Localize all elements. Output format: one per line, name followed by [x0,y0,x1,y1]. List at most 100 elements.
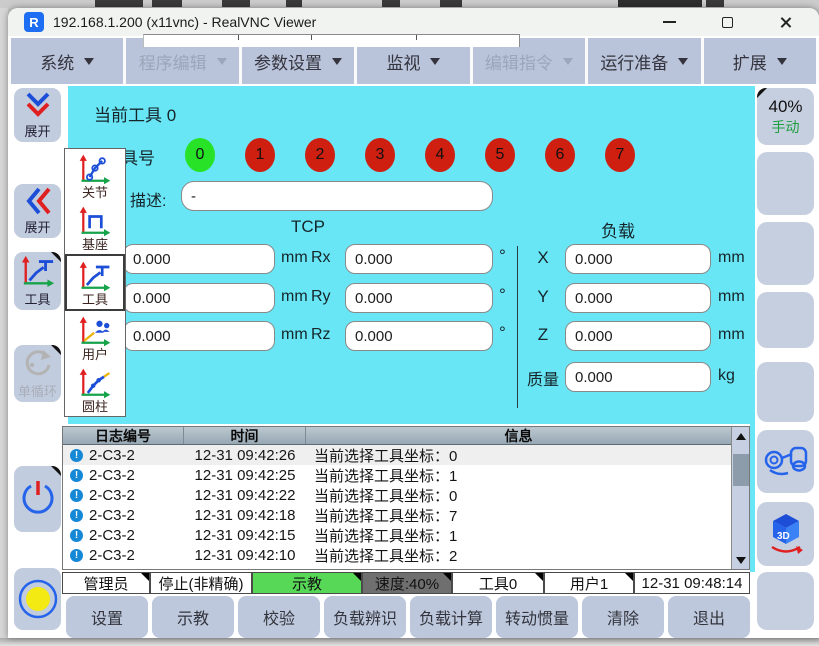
log-id: 2-C3-2 [89,507,135,524]
load-mass-label: 质量 [523,366,563,390]
tool-frame-label: 工具 [24,289,50,308]
coord-label: 关节 [82,186,108,199]
log-row[interactable]: !2-C3-2 12-31 09:42:25 当前选择工具坐标：1 [63,465,749,485]
status-user-frame[interactable]: 用户1 [544,572,634,594]
desktop-fragment [95,0,143,7]
log-message: 当前选择工具坐标：2 [306,545,749,566]
log-row[interactable]: !2-C3-2 12-31 09:42:26 当前选择工具坐标：0 [63,445,749,465]
coord-item-base[interactable]: 基座 [65,202,125,255]
tcp-ry-input[interactable] [345,283,493,313]
tcp-y-input[interactable] [123,283,275,313]
status-user[interactable]: 管理员 [62,572,150,594]
settings-button[interactable]: 设置 [66,596,148,638]
corner-marker [625,573,633,581]
log-scrollbar[interactable] [731,427,749,569]
single-cycle-button[interactable]: 单循环 [14,345,61,402]
tool-circle-3[interactable]: 3 [365,138,395,172]
view-3d-button[interactable]: 3D [757,502,814,566]
power-button[interactable] [14,466,61,532]
close-button[interactable] [777,14,793,30]
coord-item-cylinder[interactable]: 圆柱 [65,363,125,416]
tool-circle-5[interactable]: 5 [485,138,515,172]
load-z-input[interactable] [565,321,711,351]
right-rail-button-empty-4[interactable] [757,362,814,422]
right-rail-button-empty-3[interactable] [757,292,814,348]
log-message: 当前选择工具坐标：0 [306,485,749,506]
teach-button[interactable]: 示教 [152,596,234,638]
description-input[interactable] [181,181,493,211]
tool-circle-2[interactable]: 2 [305,138,335,172]
tool-circle-6[interactable]: 6 [545,138,575,172]
maximize-icon [722,17,733,28]
window-title: 192.168.1.200 (x11vnc) - RealVNC Viewer [53,14,316,30]
right-rail-button-empty-5[interactable] [757,572,814,630]
menu-system[interactable]: 系统 [11,38,123,84]
tool-circle-4[interactable]: 4 [425,138,455,172]
tool-circle-7[interactable]: 7 [605,138,635,172]
menu-extend[interactable]: 扩展 [704,38,816,84]
clear-button[interactable]: 清除 [582,596,664,638]
tcp-x-input[interactable] [123,244,275,274]
right-rail-button-empty-2[interactable] [757,222,814,285]
tcp-rz-input[interactable] [345,321,493,351]
artifact-tick [416,35,417,40]
expand-down-button[interactable]: 展开 [14,88,61,142]
coord-label: 用户 [82,348,108,361]
speed-mode-button[interactable]: 40% 手动 [757,88,814,145]
load-x-input[interactable] [565,244,711,274]
dropdown-arrow-icon [430,58,440,70]
info-icon: ! [70,549,83,562]
inertia-button[interactable]: 转动惯量 [496,596,578,638]
log-row[interactable]: !2-C3-2 12-31 09:42:22 当前选择工具坐标：0 [63,485,749,505]
scroll-down-button[interactable] [732,553,750,569]
tool-circle-0[interactable]: 0 [185,138,215,172]
hand-guide-icon [762,440,810,484]
tool-frame-button[interactable]: 工具 [14,252,61,310]
expand-down-label: 展开 [24,121,50,140]
hand-guide-button[interactable] [757,430,814,493]
indicator-lamp-button[interactable] [14,568,61,630]
tcp-ry-label: Ry [311,288,331,306]
status-run-state[interactable]: 停止(非精确) [150,572,252,594]
scrollbar-thumb[interactable] [733,454,749,486]
maximize-button[interactable] [719,14,735,30]
tool-circle-1[interactable]: 1 [245,138,275,172]
menu-run-prepare[interactable]: 运行准备 [588,38,700,84]
status-tool[interactable]: 工具0 [452,572,544,594]
scroll-up-button[interactable] [732,427,750,443]
coordinate-frame-panel: 关节 基座 工具 [64,148,126,417]
verify-button[interactable]: 校验 [238,596,320,638]
exit-button[interactable]: 退出 [668,596,750,638]
load-mass-input[interactable] [565,362,711,392]
title-bar[interactable]: R 192.168.1.200 (x11vnc) - RealVNC Viewe… [8,8,819,36]
tcp-rx-input[interactable] [345,244,493,274]
power-icon [18,478,58,520]
minimize-button[interactable] [661,14,677,30]
expand-left-button[interactable]: 展开 [14,184,61,238]
coord-item-joint[interactable]: 关节 [65,149,125,202]
log-row[interactable]: !2-C3-2 12-31 09:42:18 当前选择工具坐标：7 [63,505,749,525]
tcp-z-input[interactable] [123,321,275,351]
status-speed[interactable]: 速度:40% [362,572,452,594]
right-rail-button-empty-1[interactable] [757,152,814,215]
user-frame-icon [77,314,113,348]
log-id: 2-C3-2 [89,467,135,484]
desktop-fragment [152,0,182,7]
load-calculate-button[interactable]: 负载计算 [410,596,492,638]
tcp-z-unit: mm [281,326,308,344]
coord-label: 基座 [82,238,108,251]
dropdown-arrow-icon [777,58,787,70]
menu-label: 编辑指令 [485,49,553,74]
log-row[interactable]: !2-C3-2 12-31 09:42:10 当前选择工具坐标：2 [63,545,749,565]
base-frame-icon [77,204,113,238]
log-message: 当前选择工具坐标：0 [306,445,749,466]
status-mode[interactable]: 示教 [252,572,362,594]
load-identify-button[interactable]: 负载辨识 [324,596,406,638]
desktop-fragment [440,0,462,7]
log-time: 12-31 09:42:10 [184,547,306,564]
log-row[interactable]: !2-C3-2 12-31 09:42:15 当前选择工具坐标：1 [63,525,749,545]
load-y-input[interactable] [565,283,711,313]
minimize-icon [663,21,676,23]
coord-item-user[interactable]: 用户 [65,311,125,364]
coord-item-tool[interactable]: 工具 [65,254,125,311]
